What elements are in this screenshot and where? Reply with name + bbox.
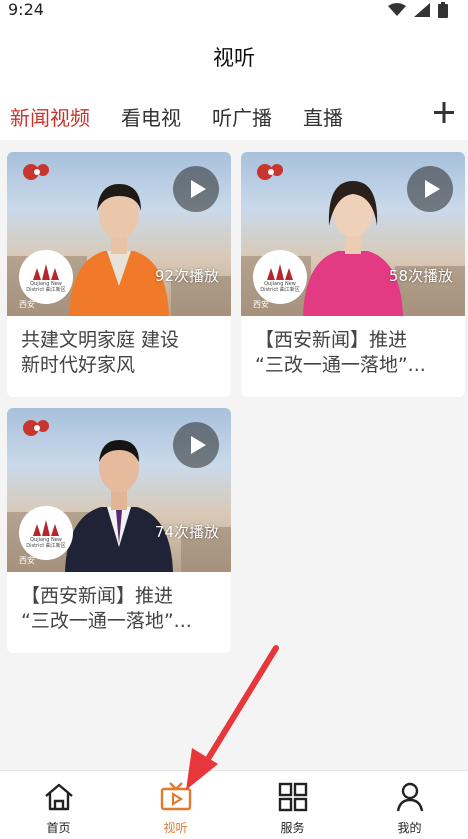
qujiang-logo: Qujiang New District 曲江新区 xyxy=(19,506,73,560)
video-thumbnail[interactable]: Qujiang New District 曲江新区 西安 74次播放 xyxy=(7,408,231,572)
presenter-image xyxy=(65,440,173,572)
presenter-image xyxy=(303,181,403,316)
video-title-line: “三改一通一落地”... xyxy=(21,610,192,632)
presenter-image xyxy=(69,184,169,316)
video-title[interactable]: 共建文明家庭 建设 新时代好家风 xyxy=(21,328,217,378)
corner-label: 西安 xyxy=(253,300,269,309)
tab-news-video[interactable]: 新闻视频 xyxy=(10,102,90,131)
logo-text: Qujiang New District 曲江新区 xyxy=(26,537,66,549)
play-count: 58次播放 xyxy=(388,267,453,285)
logo-mark-icon xyxy=(267,264,293,280)
video-title[interactable]: 【西安新闻】推进 “三改一通一落地”... xyxy=(255,328,451,378)
page-title: 视听 xyxy=(213,46,255,70)
nav-home[interactable]: 首页 xyxy=(0,771,117,839)
flower-logo-icon xyxy=(23,420,49,436)
video-title-line: 共建文明家庭 建设 xyxy=(21,329,180,351)
status-time: 9:24 xyxy=(8,0,44,19)
add-tab-icon[interactable] xyxy=(432,98,456,128)
flower-logo-icon xyxy=(23,164,49,180)
video-card[interactable]: Qujiang New District 曲江新区 西安 74次播放 【西安新闻… xyxy=(7,408,231,653)
status-icons xyxy=(388,2,448,18)
tv-play-icon xyxy=(160,782,191,811)
video-card[interactable]: Qujiang New District 曲江新区 西安 58次播放 【西安新闻… xyxy=(241,152,465,397)
video-grid: Qujiang New District 曲江新区 西安 92次播放 共建文明家… xyxy=(0,140,468,770)
video-title-line: 【西安新闻】推进 xyxy=(255,329,408,351)
battery-icon xyxy=(438,2,448,18)
top-header: 视听 xyxy=(0,22,468,94)
play-button[interactable] xyxy=(407,166,453,212)
video-title-line: 新时代好家风 xyxy=(21,354,136,376)
home-icon xyxy=(44,783,73,811)
signal-icon xyxy=(414,3,430,17)
status-bar: 9:24 xyxy=(0,0,468,22)
play-count: 74次播放 xyxy=(154,523,219,541)
qujiang-logo: Qujiang New District 曲江新区 xyxy=(253,250,307,304)
logo-mark-icon xyxy=(33,520,59,536)
nav-label: 服务 xyxy=(280,821,305,835)
wifi-icon xyxy=(388,3,406,16)
logo-text: Qujiang New District 曲江新区 xyxy=(260,281,300,293)
nav-label: 首页 xyxy=(46,821,71,835)
category-tabs: 新闻视频 看电视 听广播 直播 xyxy=(0,94,468,140)
grid-icon xyxy=(278,782,307,812)
video-title-line: “三改一通一落地”... xyxy=(255,354,426,376)
qujiang-logo: Qujiang New District 曲江新区 xyxy=(19,250,73,304)
tab-watch-tv[interactable]: 看电视 xyxy=(121,102,181,131)
nav-av[interactable]: 视听 xyxy=(117,771,234,839)
video-title[interactable]: 【西安新闻】推进 “三改一通一落地”... xyxy=(21,584,217,634)
video-card[interactable]: Qujiang New District 曲江新区 西安 92次播放 共建文明家… xyxy=(7,152,231,397)
logo-mark-icon xyxy=(33,264,59,280)
nav-label: 视听 xyxy=(163,821,188,835)
video-title-line: 【西安新闻】推进 xyxy=(21,585,174,607)
video-thumbnail[interactable]: Qujiang New District 曲江新区 西安 58次播放 xyxy=(241,152,465,316)
play-button[interactable] xyxy=(173,422,219,468)
nav-label: 我的 xyxy=(397,821,422,835)
bottom-nav: 首页 视听 服务 我的 xyxy=(0,770,468,839)
corner-label: 西安 xyxy=(19,556,35,565)
flower-logo-icon xyxy=(257,164,283,180)
corner-label: 西安 xyxy=(19,300,35,309)
tab-radio[interactable]: 听广播 xyxy=(212,102,272,131)
nav-services[interactable]: 服务 xyxy=(234,771,351,839)
logo-text: Qujiang New District 曲江新区 xyxy=(26,281,66,293)
play-count: 92次播放 xyxy=(154,267,219,285)
tab-live[interactable]: 直播 xyxy=(303,102,343,131)
nav-profile[interactable]: 我的 xyxy=(351,771,468,839)
video-thumbnail[interactable]: Qujiang New District 曲江新区 西安 92次播放 xyxy=(7,152,231,316)
play-button[interactable] xyxy=(173,166,219,212)
user-icon xyxy=(396,782,423,812)
